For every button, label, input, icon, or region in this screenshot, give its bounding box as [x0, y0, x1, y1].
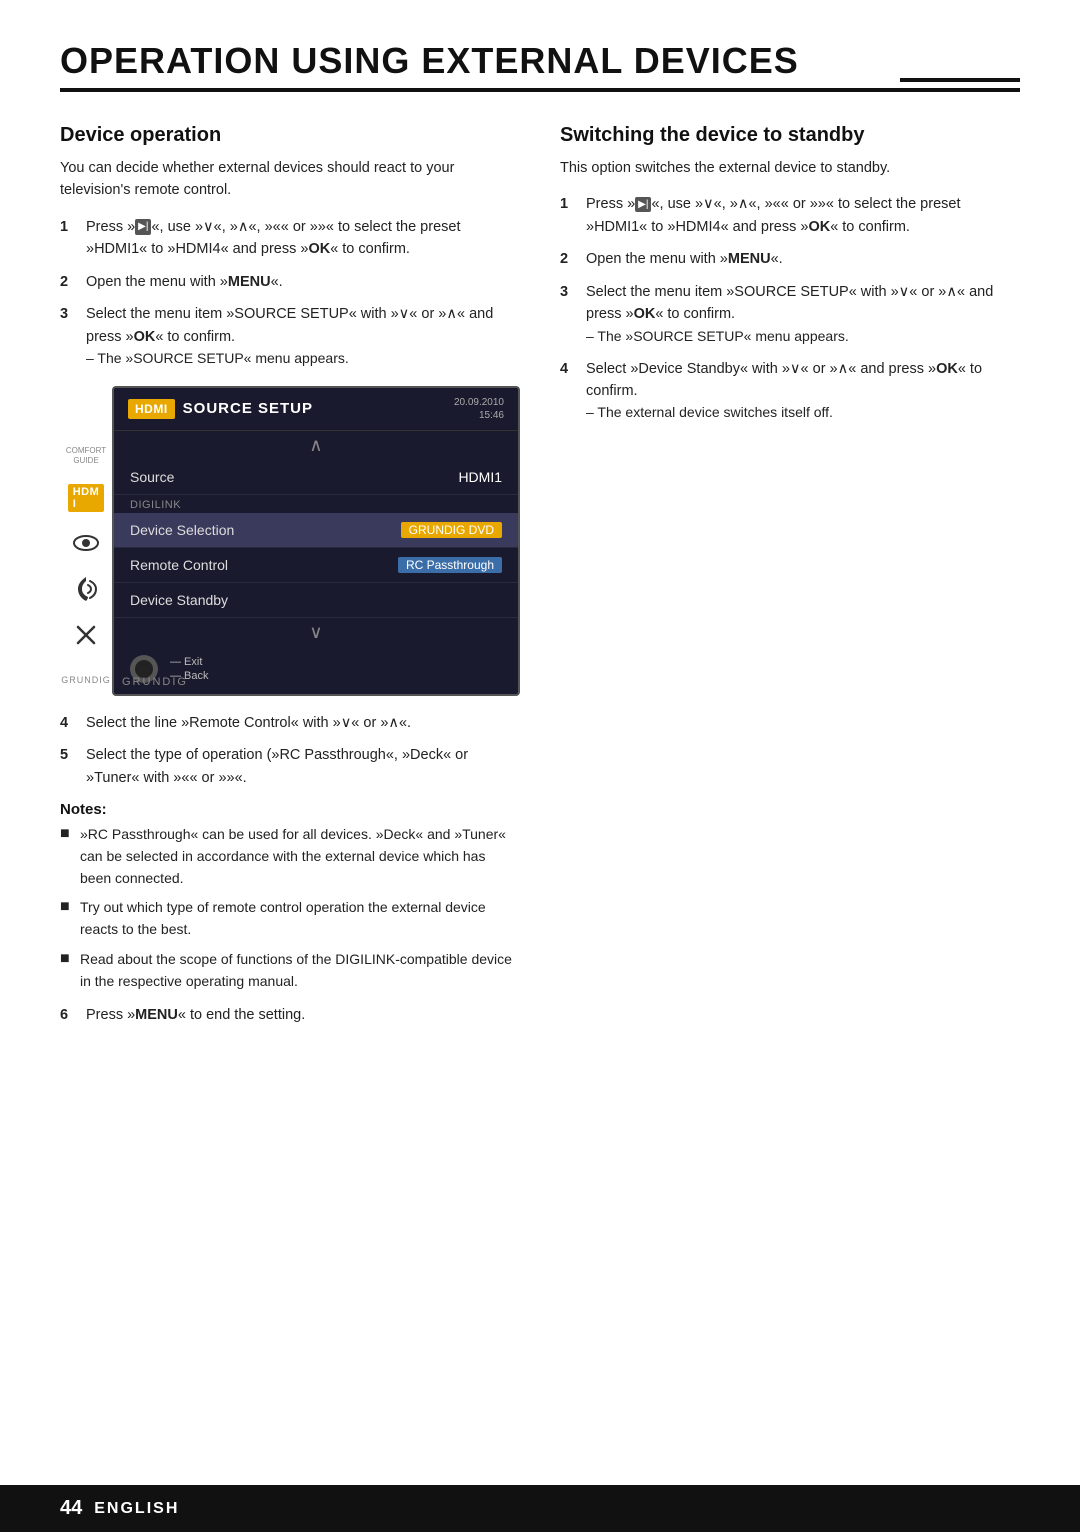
step-3: 3 Select the menu item »SOURCE SETUP« wi…: [60, 303, 520, 370]
step-1-text: Press »▶|«, use »∨«, »∧«, »«« or »»« to …: [86, 216, 520, 261]
left-steps: 1 Press »▶|«, use »∨«, »∧«, »«« or »»« t…: [60, 216, 520, 370]
screen-up-chevron: ∧: [114, 431, 518, 460]
footer-page-number: 44: [60, 1497, 82, 1520]
footer-language: ENGLISH: [94, 1500, 179, 1518]
step-6-num: 6: [60, 1004, 82, 1026]
screen-section-digilink: DIGILINK: [114, 495, 518, 513]
right-steps: 1 Press »▶|«, use »∨«, »∧«, »«« or »»« t…: [560, 193, 1020, 424]
step-3-num: 3: [60, 303, 82, 370]
tools-icon: [66, 615, 106, 655]
right-section-heading: Switching the device to standby: [560, 124, 1020, 147]
right-step-3-num: 3: [560, 281, 582, 348]
right-step-4-text: Select »Device Standby« with »∨« or »∧« …: [586, 358, 1020, 425]
step-2-num: 2: [60, 271, 82, 293]
right-step-3: 3 Select the menu item »SOURCE SETUP« wi…: [560, 281, 1020, 348]
screen-title: SOURCE SETUP: [183, 400, 454, 417]
step-5: 5 Select the type of operation (»RC Pass…: [60, 744, 520, 789]
page-footer: 44 ENGLISH: [0, 1485, 1080, 1532]
step-2: 2 Open the menu with »MENU«.: [60, 271, 520, 293]
right-step-1: 1 Press »▶|«, use »∨«, »∧«, »«« or »»« t…: [560, 193, 1020, 238]
screen-row-remote-control: Remote Control RC Passthrough: [114, 548, 518, 583]
audio-icon: [66, 569, 106, 609]
grundig-screen-label: GRUNDIG: [122, 676, 188, 688]
step-6: 6 Press »MENU« to end the setting.: [60, 1004, 520, 1026]
note-3: ■ Read about the scope of functions of t…: [60, 949, 520, 992]
step-4: 4 Select the line »Remote Control« with …: [60, 712, 520, 734]
right-step-4: 4 Select »Device Standby« with »∨« or »∧…: [560, 358, 1020, 425]
step-3-text: Select the menu item »SOURCE SETUP« with…: [86, 303, 520, 370]
tv-screen: HDMI SOURCE SETUP 20.09.2010 15:46 ∧ Sou…: [112, 386, 520, 696]
screen-row-device-selection: Device Selection GRUNDIG DVD: [114, 513, 518, 548]
right-step-3-text: Select the menu item »SOURCE SETUP« with…: [586, 281, 1020, 348]
right-step-1-num: 1: [560, 193, 582, 238]
step-4-num: 4: [60, 712, 82, 734]
right-step-2: 2 Open the menu with »MENU«.: [560, 248, 1020, 270]
step-6-text: Press »MENU« to end the setting.: [86, 1004, 520, 1026]
right-intro: This option switches the external device…: [560, 157, 1020, 179]
screen-datetime: 20.09.2010 15:46: [454, 396, 504, 422]
notes-heading: Notes:: [60, 801, 520, 818]
screen-hdmi-badge: HDMI: [128, 399, 175, 419]
screen-down-chevron: ∨: [114, 618, 518, 647]
right-step-2-num: 2: [560, 248, 582, 270]
left-intro: You can decide whether external devices …: [60, 157, 520, 202]
step-5-num: 5: [60, 744, 82, 789]
right-column: Switching the device to standby This opt…: [560, 124, 1020, 1039]
grundig-sidebar: GRUNDIG: [61, 670, 111, 688]
notes-list: ■ »RC Passthrough« can be used for all d…: [60, 824, 520, 992]
page-title: OPERATION USING EXTERNAL DEVICES: [60, 40, 1020, 92]
step-4-text: Select the line »Remote Control« with »∨…: [86, 712, 520, 734]
screen-row-device-standby: Device Standby: [114, 583, 518, 618]
step-2-text: Open the menu with »MENU«.: [86, 271, 520, 293]
step-1-num: 1: [60, 216, 82, 261]
screen-rows: Source HDMI1 DIGILINK Device Selection G…: [114, 460, 518, 618]
note-1: ■ »RC Passthrough« can be used for all d…: [60, 824, 520, 889]
right-step-1-text: Press »▶|«, use »∨«, »∧«, »«« or »»« to …: [586, 193, 1020, 238]
right-step-2-text: Open the menu with »MENU«.: [586, 248, 1020, 270]
note-2: ■ Try out which type of remote control o…: [60, 897, 520, 940]
tv-screen-mockup: COMFORTGUIDE HDMI: [60, 386, 520, 696]
left-step-6: 6 Press »MENU« to end the setting.: [60, 1004, 520, 1026]
step-1: 1 Press »▶|«, use »∨«, »∧«, »«« or »»« t…: [60, 216, 520, 261]
left-column: Device operation You can decide whether …: [60, 124, 520, 1039]
screen-header: HDMI SOURCE SETUP 20.09.2010 15:46: [114, 388, 518, 431]
left-section-heading: Device operation: [60, 124, 520, 147]
hdmi-icon: HDMI: [66, 477, 106, 517]
screen-row-source: Source HDMI1: [114, 460, 518, 495]
eye-icon: [66, 523, 106, 563]
left-steps-4-6: 4 Select the line »Remote Control« with …: [60, 712, 520, 789]
comfort-guide-label: COMFORTGUIDE: [66, 446, 106, 465]
right-step-4-num: 4: [560, 358, 582, 425]
step-5-text: Select the type of operation (»RC Passth…: [86, 744, 520, 789]
sidebar-icons: COMFORTGUIDE HDMI: [60, 386, 112, 696]
